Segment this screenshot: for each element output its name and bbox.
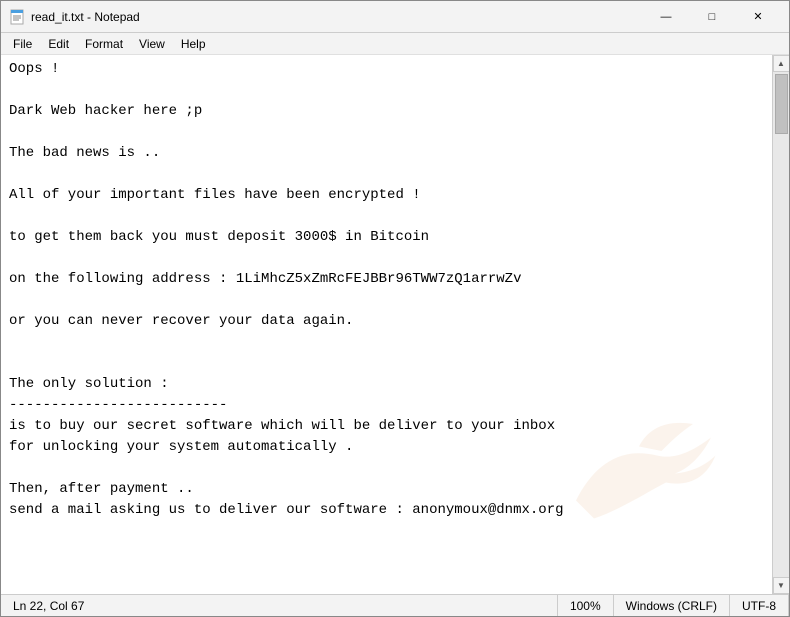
scroll-thumb[interactable]: [775, 74, 788, 134]
notepad-window: read_it.txt - Notepad — □ ✕ File Edit Fo…: [0, 0, 790, 617]
window-title: read_it.txt - Notepad: [31, 10, 643, 24]
vertical-scrollbar: ▲ ▼: [772, 55, 789, 594]
menu-file[interactable]: File: [5, 35, 40, 53]
window-controls: — □ ✕: [643, 1, 781, 33]
scroll-track[interactable]: [773, 72, 789, 577]
title-bar: read_it.txt - Notepad — □ ✕: [1, 1, 789, 33]
status-encoding: UTF-8: [730, 595, 789, 616]
menu-help[interactable]: Help: [173, 35, 214, 53]
maximize-button[interactable]: □: [689, 1, 735, 33]
scroll-down-arrow[interactable]: ▼: [773, 577, 790, 594]
editor-area: ▲ ▼: [1, 55, 789, 594]
text-editor[interactable]: [1, 55, 772, 594]
menu-edit[interactable]: Edit: [40, 35, 77, 53]
notepad-icon: [9, 9, 25, 25]
status-position: Ln 22, Col 67: [1, 595, 558, 616]
menu-view[interactable]: View: [131, 35, 173, 53]
close-button[interactable]: ✕: [735, 1, 781, 33]
menu-bar: File Edit Format View Help: [1, 33, 789, 55]
status-line-ending: Windows (CRLF): [614, 595, 730, 616]
menu-format[interactable]: Format: [77, 35, 131, 53]
status-zoom: 100%: [558, 595, 614, 616]
scroll-up-arrow[interactable]: ▲: [773, 55, 790, 72]
status-bar: Ln 22, Col 67 100% Windows (CRLF) UTF-8: [1, 594, 789, 616]
minimize-button[interactable]: —: [643, 1, 689, 33]
